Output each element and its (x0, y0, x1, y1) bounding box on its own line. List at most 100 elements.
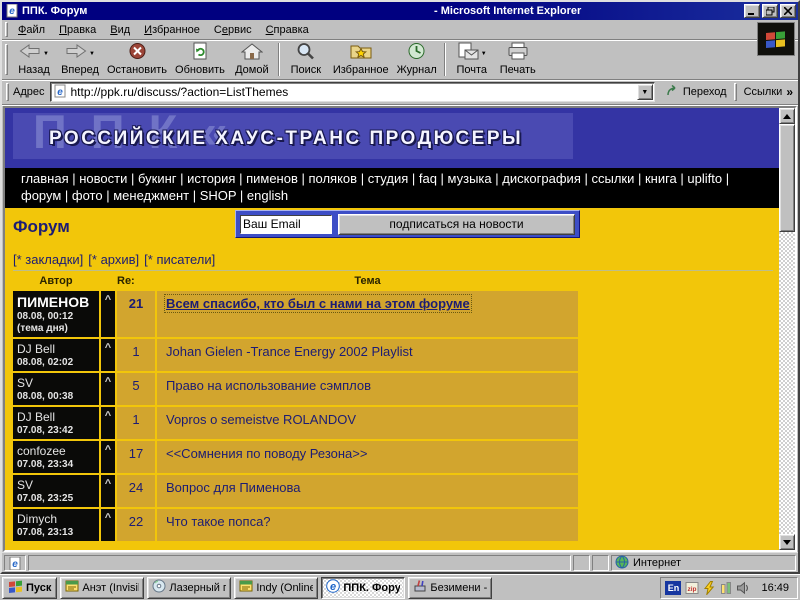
nav-link-главная[interactable]: главная (21, 171, 69, 186)
nav-link-фото[interactable]: фото (72, 188, 103, 203)
collapse-caret[interactable]: ^ (101, 441, 115, 473)
quick-link[interactable]: [* закладки] (13, 252, 83, 267)
menu-item[interactable]: Справка (259, 22, 316, 38)
restore-button[interactable] (762, 4, 778, 18)
quick-link[interactable]: [* писатели] (144, 252, 215, 267)
nav-link-дискография[interactable]: дискография (502, 171, 581, 186)
избранное-button[interactable]: Избранное (329, 41, 393, 78)
author-name[interactable]: DJ Bell (17, 410, 95, 424)
nav-link-форум[interactable]: форум (21, 188, 61, 203)
почта-button[interactable]: ▼Почта (449, 41, 495, 78)
журнал-button[interactable]: Журнал (393, 41, 441, 78)
nav-link-english[interactable]: english (247, 188, 288, 203)
collapse-caret[interactable]: ^ (101, 407, 115, 439)
nav-link-букинг[interactable]: букинг (138, 171, 177, 186)
collapse-caret[interactable]: ^ (101, 373, 115, 405)
topic-link[interactable]: Всем спасибо, кто был с нами на этом фор… (166, 296, 470, 311)
topic-link[interactable]: <<Сомнения по поводу Резона>> (166, 446, 367, 461)
nav-link-ссылки[interactable]: ссылки (591, 171, 634, 186)
author-cell[interactable]: DJ Bell08.08, 02:02 (13, 339, 99, 371)
chevron-right-icon[interactable]: » (786, 85, 793, 99)
language-indicator[interactable]: En (665, 581, 681, 595)
quick-link[interactable]: [* архив] (88, 252, 139, 267)
menu-item[interactable]: Правка (52, 22, 103, 38)
author-name[interactable]: ПИМЕНОВ (17, 294, 95, 310)
address-grip[interactable] (6, 83, 9, 100)
author-cell[interactable]: Dimych07.08, 23:13 (13, 509, 99, 541)
lightning-icon[interactable] (701, 580, 716, 595)
scroll-down-button[interactable] (779, 534, 795, 550)
nav-link-uplifto[interactable]: uplifto (687, 171, 722, 186)
menu-item[interactable]: Сервис (207, 22, 259, 38)
menu-item[interactable]: Файл (11, 22, 52, 38)
email-input[interactable] (240, 215, 332, 234)
site-navigation: главная | новости | букинг | история | п… (5, 168, 779, 208)
taskbar-task[interactable]: Indy (Online) - M... (234, 577, 318, 599)
toolbar-grip[interactable] (5, 44, 8, 75)
links-band[interactable]: Ссылки » (740, 82, 795, 102)
author-cell[interactable]: DJ Bell07.08, 23:42 (13, 407, 99, 439)
назад-button[interactable]: ▼Назад (11, 41, 57, 78)
author-cell[interactable]: ПИМЕНОВ08.08, 00:12(тема дня) (13, 291, 99, 337)
nav-link-новости[interactable]: новости (79, 171, 127, 186)
author-name[interactable]: DJ Bell (17, 342, 95, 356)
menu-grip[interactable] (5, 22, 8, 37)
печать-button[interactable]: Печать (495, 41, 541, 78)
topic-link[interactable]: Johan Gielen -Trance Energy 2002 Playlis… (166, 344, 413, 359)
chevron-down-icon[interactable]: ▼ (89, 51, 95, 57)
nav-link-SHOP[interactable]: SHOP (200, 188, 237, 203)
поиск-button[interactable]: Поиск (283, 41, 329, 78)
chevron-down-icon[interactable]: ▼ (481, 51, 487, 57)
nav-link-история[interactable]: история (187, 171, 235, 186)
winzip-icon[interactable]: zip (684, 580, 699, 595)
taskbar-task[interactable]: eППК. Форум... (321, 577, 405, 599)
topic-link[interactable]: Vopros o semeistve ROLANDOV (166, 412, 356, 427)
collapse-caret[interactable]: ^ (101, 291, 115, 337)
author-name[interactable]: confozee (17, 444, 95, 458)
остановить-button[interactable]: Остановить (103, 41, 171, 78)
nav-link-faq[interactable]: faq (419, 171, 437, 186)
домой-button[interactable]: Домой (229, 41, 275, 78)
nav-link-студия[interactable]: студия (368, 171, 409, 186)
topic-link[interactable]: Право на использование сэмплов (166, 378, 371, 393)
menu-item[interactable]: Вид (103, 22, 137, 38)
collapse-caret[interactable]: ^ (101, 339, 115, 371)
chevron-down-icon[interactable]: ▼ (43, 51, 49, 57)
author-cell[interactable]: confozee07.08, 23:34 (13, 441, 99, 473)
author-name[interactable]: SV (17, 478, 95, 492)
scrollbar-track[interactable] (779, 232, 795, 534)
author-name[interactable]: Dimych (17, 512, 95, 526)
scroll-up-button[interactable] (779, 108, 795, 124)
topic-link[interactable]: Что такое попса? (166, 514, 271, 529)
taskbar-task[interactable]: Анэт (Invisible) -... (60, 577, 144, 599)
links-grip[interactable] (734, 83, 737, 100)
collapse-caret[interactable]: ^ (101, 475, 115, 507)
volume-icon[interactable] (735, 580, 750, 595)
minimize-button[interactable] (744, 4, 760, 18)
start-button[interactable]: Пуск (2, 577, 57, 599)
topic-link[interactable]: Вопрос для Пименова (166, 480, 301, 495)
netdetect-icon[interactable] (718, 580, 733, 595)
вперед-button[interactable]: ▼Вперед (57, 41, 103, 78)
nav-link-музыка[interactable]: музыка (448, 171, 492, 186)
nav-link-книга[interactable]: книга (645, 171, 677, 186)
vertical-scrollbar[interactable] (779, 108, 795, 550)
go-button[interactable]: Переход (660, 82, 733, 102)
nav-link-поляков[interactable]: поляков (308, 171, 357, 186)
author-cell[interactable]: SV07.08, 23:25 (13, 475, 99, 507)
menu-item[interactable]: Избранное (137, 22, 207, 38)
author-cell[interactable]: SV08.08, 00:38 (13, 373, 99, 405)
url-text[interactable]: http://ppk.ru/discuss/?action=ListThemes (71, 85, 633, 99)
taskbar-task[interactable]: Безимени - Paint (408, 577, 492, 599)
subscribe-button[interactable]: подписаться на новости (338, 214, 575, 235)
taskbar-task[interactable]: Лазерный прои... (147, 577, 231, 599)
обновить-button[interactable]: Обновить (171, 41, 229, 78)
scrollbar-thumb[interactable] (779, 124, 795, 232)
nav-link-пименов[interactable]: пименов (246, 171, 298, 186)
close-button[interactable] (780, 4, 796, 18)
address-field[interactable]: e http://ppk.ru/discuss/?action=ListThem… (50, 82, 655, 102)
collapse-caret[interactable]: ^ (101, 509, 115, 541)
author-name[interactable]: SV (17, 376, 95, 390)
nav-link-менеджмент[interactable]: менеджмент (113, 188, 189, 203)
address-dropdown-button[interactable]: ▼ (637, 84, 653, 100)
